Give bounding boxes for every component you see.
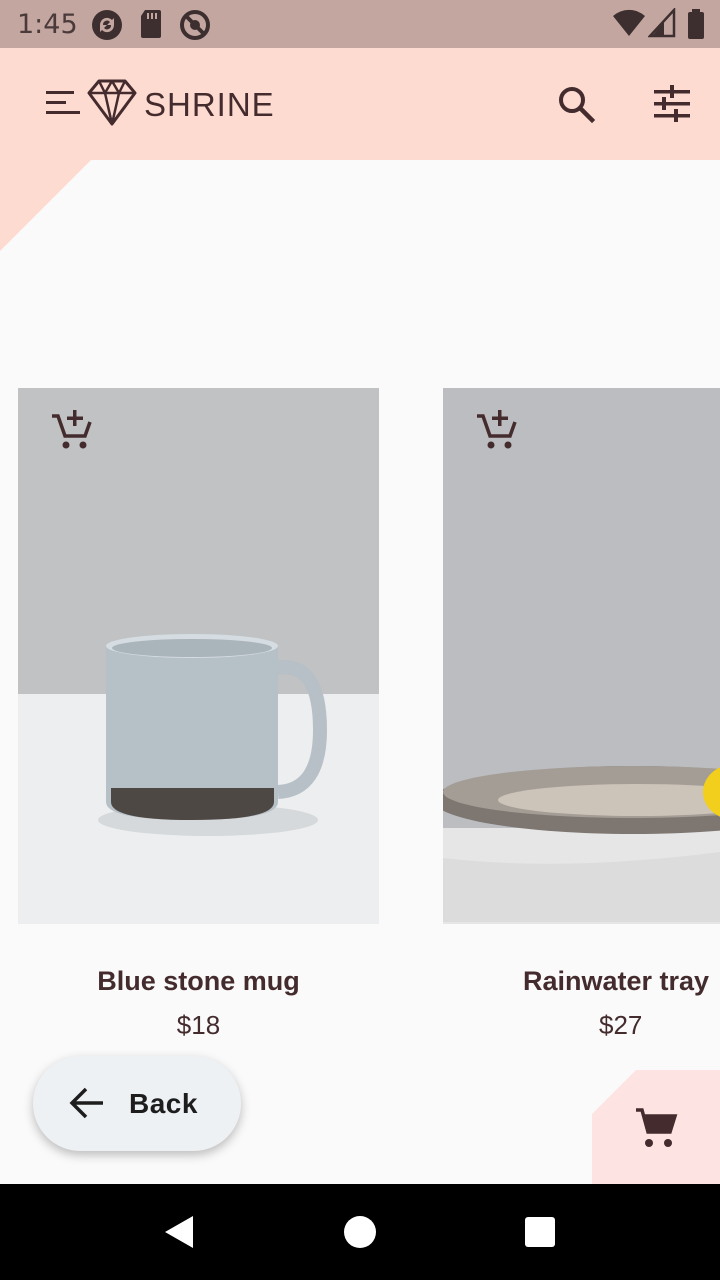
sync-icon [92,10,122,40]
battery-icon [688,9,704,39]
add-to-cart-icon[interactable] [48,408,96,456]
product-name: Rainwater tray [523,966,710,996]
arrow-back-icon [69,1087,103,1119]
menu-icon[interactable] [44,88,82,118]
blue-stone-mug-photo [18,388,379,924]
rainwater-tray-photo [443,388,720,924]
back-button[interactable]: Back [33,1056,241,1151]
brand-title: SHRINE [144,86,275,123]
product-price: $18 [176,1010,221,1040]
search-button[interactable] [548,76,604,132]
wifi-icon [613,9,645,37]
top-app-bar: SHRINE [0,48,720,160]
diamond-logo-icon [87,79,137,126]
filter-button[interactable] [644,76,700,132]
nav-recents-icon[interactable] [525,1217,555,1247]
back-button-label: Back [129,1088,198,1119]
sd-card-icon [141,10,161,38]
no-signal-icon [180,10,210,40]
nav-back-icon[interactable] [163,1214,195,1250]
corner-notch [0,160,91,251]
add-to-cart-icon[interactable] [473,408,521,456]
product-name: Blue stone mug [97,966,300,996]
product-image-rainwater-tray[interactable] [443,388,720,924]
nav-home-icon[interactable] [344,1216,376,1248]
cell-signal-icon [648,8,676,38]
product-price: $27 [599,1010,643,1040]
search-icon [559,87,596,124]
tune-filter-icon [654,85,690,122]
status-bar: 1:45 [0,0,720,48]
status-time: 1:45 [17,9,78,40]
shopping-cart-icon[interactable] [634,1106,678,1150]
product-image-blue-stone-mug[interactable] [18,388,379,924]
